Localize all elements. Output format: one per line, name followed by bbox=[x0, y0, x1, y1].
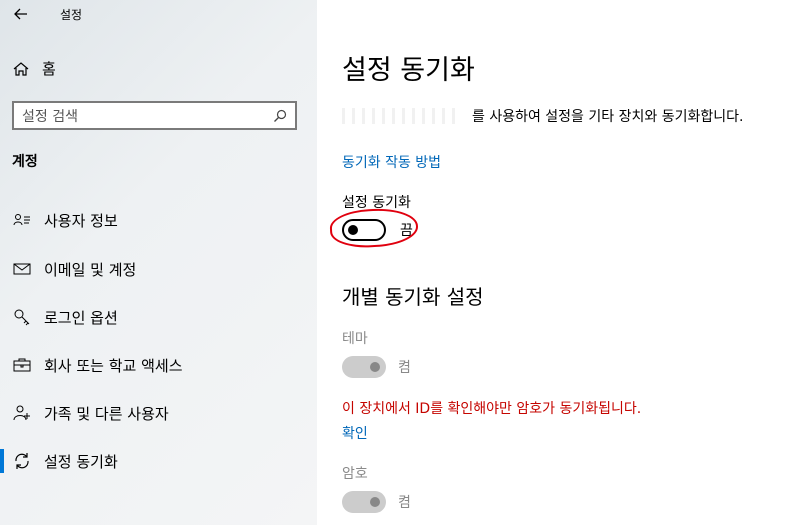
main-content: 설정 동기화 를 사용하여 설정을 기타 장치와 동기화합니다. 동기화 작동 … bbox=[317, 0, 788, 525]
verify-link[interactable]: 확인 bbox=[342, 423, 368, 443]
sidebar-item-label: 설정 동기화 bbox=[44, 452, 118, 471]
sidebar-item-label: 회사 또는 학교 액세스 bbox=[44, 356, 183, 375]
sync-description: 를 사용하여 설정을 기타 장치와 동기화합니다. bbox=[342, 106, 743, 126]
sidebar-item-family[interactable]: 가족 및 다른 사용자 bbox=[0, 393, 317, 433]
red-annotation-circle bbox=[329, 206, 419, 250]
page-title: 설정 동기화 bbox=[342, 55, 475, 86]
family-icon bbox=[12, 404, 32, 422]
back-arrow-icon bbox=[14, 8, 27, 20]
theme-state: 켬 bbox=[398, 360, 411, 376]
password-state: 켬 bbox=[398, 495, 411, 511]
toggle-knob bbox=[370, 362, 380, 372]
search-icon[interactable] bbox=[273, 109, 287, 123]
sync-icon bbox=[12, 452, 32, 470]
home-icon bbox=[13, 61, 29, 76]
section-heading: 계정 bbox=[12, 154, 38, 170]
sidebar-item-user-info[interactable]: 사용자 정보 bbox=[0, 200, 317, 240]
sidebar-item-sync[interactable]: 설정 동기화 bbox=[0, 441, 317, 481]
back-button[interactable] bbox=[6, 0, 36, 28]
sidebar-item-label: 사용자 정보 bbox=[44, 211, 118, 230]
description-text: 를 사용하여 설정을 기타 장치와 동기화합니다. bbox=[472, 109, 744, 125]
individual-sync-heading: 개별 동기화 설정 bbox=[342, 285, 484, 309]
home-nav-item[interactable]: 홈 bbox=[12, 58, 56, 79]
password-label: 암호 bbox=[342, 466, 368, 482]
theme-toggle-row: 켬 bbox=[342, 356, 411, 378]
password-toggle-row: 켬 bbox=[342, 491, 411, 513]
sidebar-item-signin-options[interactable]: 로그인 옵션 bbox=[0, 297, 317, 337]
mail-icon bbox=[12, 262, 32, 276]
sidebar-item-email[interactable]: 이메일 및 계정 bbox=[0, 249, 317, 289]
sidebar-item-label: 가족 및 다른 사용자 bbox=[44, 404, 169, 423]
key-icon bbox=[12, 308, 32, 326]
how-sync-works-link[interactable]: 동기화 작동 방법 bbox=[342, 152, 441, 172]
search-box[interactable]: 설정 검색 bbox=[12, 101, 297, 130]
window-title: 설정 bbox=[60, 8, 83, 22]
warning-message: 이 장치에서 ID를 확인해야만 암호가 동기화됩니다. bbox=[342, 401, 642, 417]
theme-label: 테마 bbox=[342, 331, 368, 347]
sidebar-item-label: 이메일 및 계정 bbox=[44, 260, 137, 279]
theme-toggle[interactable] bbox=[342, 356, 386, 378]
redacted-account bbox=[342, 108, 462, 124]
sidebar-item-work-school[interactable]: 회사 또는 학교 액세스 bbox=[0, 345, 317, 385]
home-label: 홈 bbox=[42, 60, 56, 78]
user-info-icon bbox=[12, 213, 32, 227]
sidebar: 설정 홈 설정 검색 계정 사용자 정보 이메일 및 계정 로그인 옵션 회사 … bbox=[0, 0, 317, 525]
toggle-knob bbox=[370, 497, 380, 507]
briefcase-icon bbox=[12, 357, 32, 373]
sidebar-item-label: 로그인 옵션 bbox=[44, 308, 118, 327]
search-input[interactable]: 설정 검색 bbox=[22, 106, 273, 126]
password-toggle[interactable] bbox=[342, 491, 386, 513]
